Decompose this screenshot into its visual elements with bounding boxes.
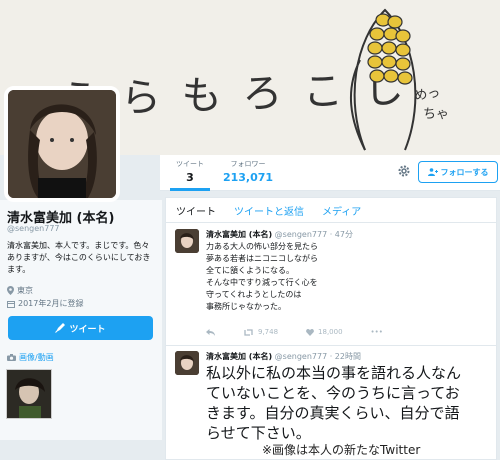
tweet-text-line: そんな中ですり減って行く心を bbox=[206, 278, 318, 287]
compose-tweet-button[interactable]: ツイート bbox=[8, 316, 153, 340]
follow-button[interactable]: フォローする bbox=[418, 161, 498, 183]
profile-handle: @sengen777 bbox=[7, 224, 60, 233]
followers-count-value: 213,071 bbox=[222, 171, 274, 184]
profile-joined: 2017年2月に登録 bbox=[7, 298, 83, 309]
tweet-text-line: 事務所じゃなかった。 bbox=[206, 302, 286, 311]
more-options-button[interactable]: ••• bbox=[371, 328, 383, 336]
like-button[interactable]: 18,000 bbox=[306, 328, 343, 336]
avatar-photo-icon bbox=[8, 90, 116, 198]
tab-tweets-and-replies[interactable]: ツイートと返信 bbox=[234, 203, 304, 218]
tweet-text: 私以外に私の本当の事を語れる人なん ていないことを、今のうちに言ってお きます。… bbox=[206, 363, 461, 443]
tweet-author-name[interactable]: 清水富美加 (本名) bbox=[206, 352, 272, 361]
tweet-text: 力ある大人の怖い部分を見たら 夢ある若者はニコニコしながら 全てに頷くようになる… bbox=[206, 241, 318, 313]
tweet-header: 清水富美加 (本名) @sengen777 · 47分 bbox=[206, 229, 353, 240]
profile-avatar[interactable] bbox=[4, 86, 120, 202]
tab-tweets[interactable]: ツイート bbox=[176, 203, 216, 218]
media-thumbnail[interactable] bbox=[6, 369, 52, 419]
gear-icon[interactable] bbox=[397, 164, 411, 178]
tweets-count-stat[interactable]: ツイート 3 bbox=[170, 159, 210, 191]
tweet-text-line: 夢ある若者はニコニコしながら bbox=[206, 254, 318, 263]
image-caption: ※画像は本人の新たなTwitter bbox=[258, 440, 425, 459]
calendar-icon bbox=[7, 300, 15, 308]
location-pin-icon bbox=[7, 286, 14, 295]
reply-button[interactable] bbox=[206, 328, 215, 336]
tweet-actions: 9,748 18,000 ••• bbox=[206, 328, 383, 336]
profile-location: 東京 bbox=[7, 285, 33, 296]
more-dots-icon: ••• bbox=[370, 328, 383, 336]
follow-button-label: フォローする bbox=[440, 167, 489, 177]
avatar-photo-icon bbox=[175, 229, 199, 253]
tweet-text-line: 守ってくれようとしたのは bbox=[206, 290, 302, 299]
tweet-author-avatar[interactable] bbox=[175, 351, 199, 375]
twitter-profile-page: う ら も ろ こ し めっ ちゃ 清水富美加 (本名) @sengen777 … bbox=[0, 0, 500, 460]
followers-count-stat[interactable]: フォロワー 213,071 bbox=[220, 159, 276, 184]
joined-text: 2017年2月に登録 bbox=[18, 299, 84, 308]
tweet-text-line: 私以外に私の本当の事を語れる人なん bbox=[206, 364, 462, 382]
timeline-tabs: ツイート ツイートと返信 メディア bbox=[166, 198, 496, 223]
tweet-text-line: ていないことを、今のうちに言ってお bbox=[206, 384, 460, 402]
retweet-button[interactable]: 9,748 bbox=[243, 328, 278, 336]
camera-icon bbox=[7, 354, 16, 361]
heart-icon bbox=[306, 328, 314, 336]
tweet-text-line: きます。自分の真実くらい、自分で語 bbox=[206, 404, 460, 422]
tweet-text-line: 力ある大人の怖い部分を見たら bbox=[206, 242, 318, 251]
tweet-item[interactable]: 清水富美加 (本名) @sengen777 · 47分 力ある大人の怖い部分を見… bbox=[166, 224, 496, 346]
tab-media[interactable]: メディア bbox=[322, 203, 361, 218]
svg-text:めっ: めっ bbox=[413, 85, 441, 103]
add-user-icon bbox=[427, 168, 438, 176]
photos-videos-link[interactable]: 画像/動画 bbox=[7, 352, 54, 363]
retweet-icon bbox=[244, 328, 253, 336]
profile-nav-bar: ツイート 3 フォロワー 213,071 フォローする bbox=[160, 155, 500, 191]
tweets-count-value: 3 bbox=[186, 171, 194, 184]
tweet-author-handle[interactable]: @sengen777 · 47分 bbox=[275, 230, 353, 239]
tweet-text-line: 全てに頷くようになる。 bbox=[206, 266, 294, 275]
profile-bio: 清水富美加、本人です。まじです。色々ありますが、今はこのくらいにしておきます。 bbox=[7, 241, 151, 274]
followers-count-label: フォロワー bbox=[230, 160, 266, 168]
tweet-author-avatar[interactable] bbox=[175, 229, 199, 253]
like-count: 18,000 bbox=[318, 328, 343, 336]
reply-icon bbox=[206, 328, 215, 336]
tweet-author-name[interactable]: 清水富美加 (本名) bbox=[206, 230, 272, 239]
compose-tweet-label: ツイート bbox=[69, 324, 106, 335]
svg-text:ちゃ: ちゃ bbox=[423, 107, 449, 122]
compose-quill-icon bbox=[55, 323, 66, 333]
tweet-author-handle[interactable]: @sengen777 · 22時間 bbox=[275, 352, 361, 361]
avatar-photo-icon bbox=[175, 351, 199, 375]
corn-drawing: めっ ちゃ bbox=[349, 8, 449, 151]
photos-videos-label: 画像/動画 bbox=[19, 353, 54, 362]
timeline-panel: ツイート ツイートと返信 メディア 清水富美加 (本名) @sengen777 … bbox=[165, 197, 497, 460]
tweet-header: 清水富美加 (本名) @sengen777 · 22時間 bbox=[206, 351, 361, 362]
media-photo-icon bbox=[7, 370, 51, 418]
tweets-count-label: ツイート bbox=[176, 160, 204, 168]
retweet-count: 9,748 bbox=[258, 328, 279, 336]
location-text: 東京 bbox=[17, 286, 33, 295]
